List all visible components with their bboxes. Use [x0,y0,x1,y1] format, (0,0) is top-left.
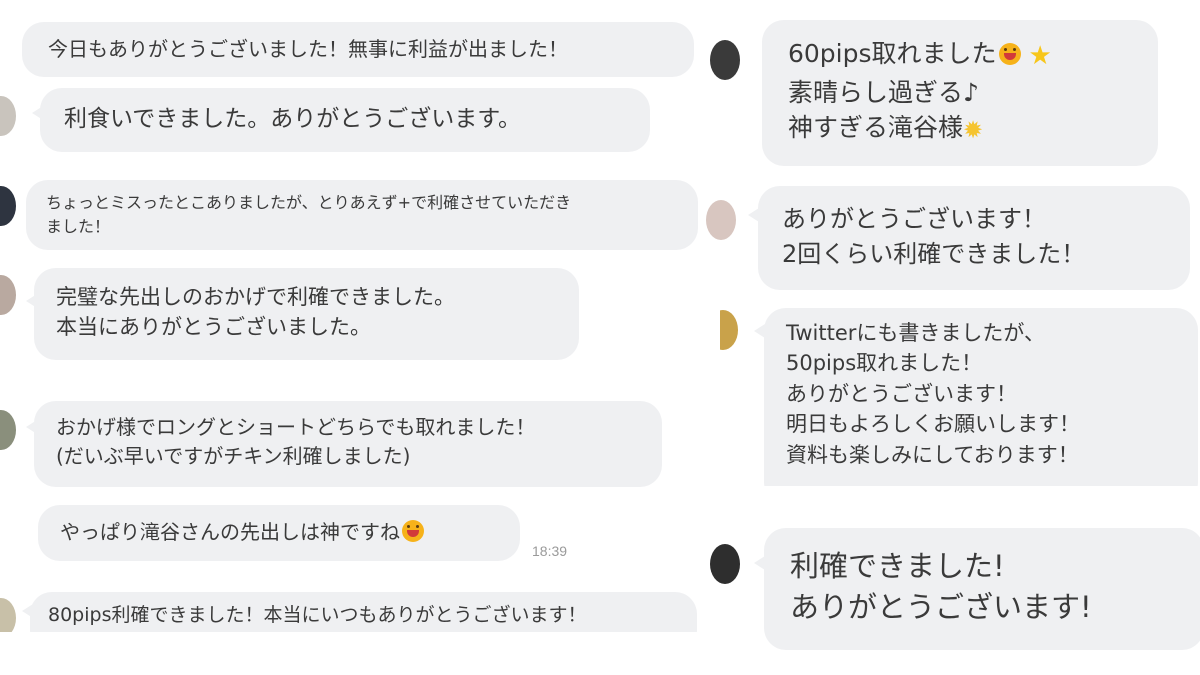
chat-bubble: 60pips取れました ★ 素晴らし過ぎる♪ 神すぎる滝谷様✹ [762,20,1158,166]
message-line: 完璧な先出しのおかげで利確できました。 [56,285,455,309]
message-line: 本当にありがとうございました。 [56,315,371,340]
avatar [710,544,740,584]
chat-bubble: 利食いできました。ありがとうございます。 [40,88,650,152]
chat-bubble: 利確できました! ありがとうございます! [764,528,1200,650]
message-line: 明日もよろしくお願いします！ [786,412,1080,437]
avatar [720,310,738,350]
sun-icon: ✹ [963,116,984,145]
star-icon: ★ [1028,41,1052,71]
message-line: ありがとうございます！ [782,205,1046,233]
message-timestamp: 18:39 [532,543,568,559]
message-line: 2回くらい利確できました！ [782,239,1086,268]
message-clip: Twitterにも書きましたが、 50pips取れました！ ありがとうございます… [720,300,1200,486]
chat-bubble: やっぱり滝谷さんの先出しは神ですね [38,505,520,561]
grinning-face-icon [998,43,1021,65]
message-line: ました！ [46,217,111,236]
right-chat-column: 60pips取れました ★ 素晴らし過ぎる♪ 神すぎる滝谷様✹ ありがとうござい… [706,0,1200,675]
message-line: 資料も楽しみにしております！ [786,442,1079,467]
message-line: 素晴らし過ぎる♪ [788,77,979,107]
avatar [0,275,16,315]
message-line: 利確できました! [790,549,1005,583]
message-line: (だいぶ早いですがチキン利確しました) [56,444,411,468]
message-line: 60pips取れました ★ [788,36,1158,75]
message-clip: 80pips利確できました！本当にいつもありがとうございます！ [0,580,710,632]
chat-bubble: 完璧な先出しのおかげで利確できました。 本当にありがとうございました。 [34,268,579,360]
message-line: Twitterにも書きましたが、 [786,321,1045,345]
message-line: 80pips利確できました！本当にいつもありがとうございます！ [48,604,587,626]
message-line: 神すぎる滝谷様✹ [788,110,1158,147]
chat-bubble: 今日もありがとうございました！無事に利益が出ました！ [22,22,694,77]
chat-bubble: ちょっとミスったとこありましたが、とりあえず+で利確させていただき ました！ [26,180,698,250]
message-text: 神すぎる滝谷様 [788,113,964,143]
message-line: 利食いできました。ありがとうございます。 [64,106,522,132]
avatar [0,598,16,632]
chat-bubble: Twitterにも書きましたが、 50pips取れました！ ありがとうございます… [764,308,1198,486]
avatar [0,186,16,226]
avatar [0,410,16,450]
grinning-face-icon [402,520,424,542]
message-line: 今日もありがとうございました！無事に利益が出ました！ [48,37,568,61]
chat-bubble: ありがとうございます！ 2回くらい利確できました！ [758,186,1190,290]
message-line: ありがとうございます！ [786,381,1017,406]
message-line: やっぱり滝谷さんの先出しは神ですね [60,520,400,544]
avatar [706,200,736,240]
left-chat-column: 今日もありがとうございました！無事に利益が出ました！ 利食いできました。ありがと… [0,0,710,675]
message-line: ありがとうございます! [790,590,1092,625]
message-line: ちょっとミスったとこありましたが、とりあえず+で利確させていただき [46,193,572,212]
avatar [0,96,16,136]
message-line: おかげ様でロングとショートどちらでも取れました！ [56,415,536,439]
chat-bubble: おかげ様でロングとショートどちらでも取れました！ (だいぶ早いですがチキン利確し… [34,401,662,487]
chat-bubble: 80pips利確できました！本当にいつもありがとうございます！ [30,592,697,632]
message-line: 50pips取れました！ [786,351,983,376]
avatar [710,40,740,80]
message-text: 60pips取れました [788,39,997,68]
